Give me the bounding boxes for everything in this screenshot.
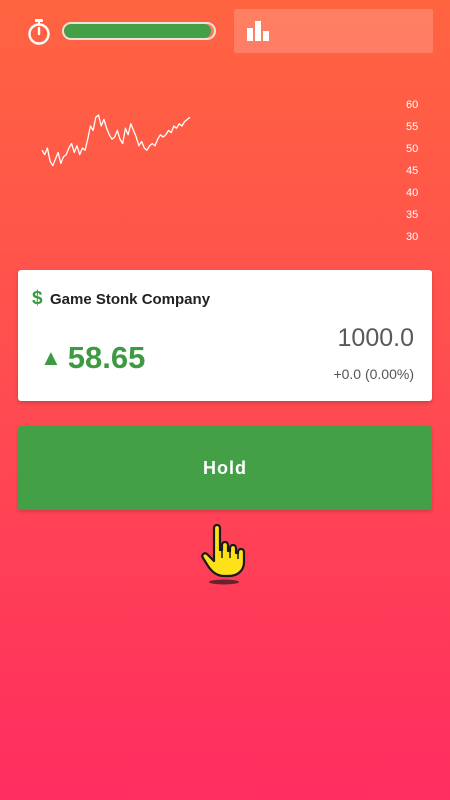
y-tick-label: 30	[406, 231, 418, 243]
stock-card: $ Game Stonk Company ▲ 58.65 1000.0 +0.0…	[18, 270, 432, 401]
change-value: +0.0 (0.00%)	[333, 366, 414, 382]
y-tick-label: 35	[406, 209, 418, 221]
round-progress-fill	[64, 24, 211, 38]
balance-value: 1000.0	[337, 324, 414, 352]
y-tick-label: 45	[406, 165, 418, 177]
price-row: ▲ 58.65	[40, 340, 145, 376]
dollar-icon: $	[32, 288, 43, 309]
hold-button[interactable]: Hold	[18, 426, 432, 510]
bar-chart-icon	[247, 21, 269, 41]
price-line	[41, 114, 191, 167]
stopwatch-icon	[28, 19, 50, 45]
company-name: Game Stonk Company	[50, 291, 211, 308]
y-tick-label: 55	[406, 121, 418, 133]
y-tick-label: 50	[406, 143, 418, 155]
stats-button[interactable]	[234, 9, 433, 53]
y-tick-label: 40	[406, 187, 418, 199]
round-progress-bar	[62, 22, 216, 40]
up-arrow-icon: ▲	[40, 345, 62, 370]
pointing-hand-icon	[201, 523, 246, 585]
y-tick-label: 60	[406, 99, 418, 111]
price-chart: 60 55 50 45 40 35 30	[41, 99, 418, 243]
stock-price: 58.65	[67, 340, 146, 375]
y-axis: 60 55 50 45 40 35 30	[406, 99, 418, 243]
